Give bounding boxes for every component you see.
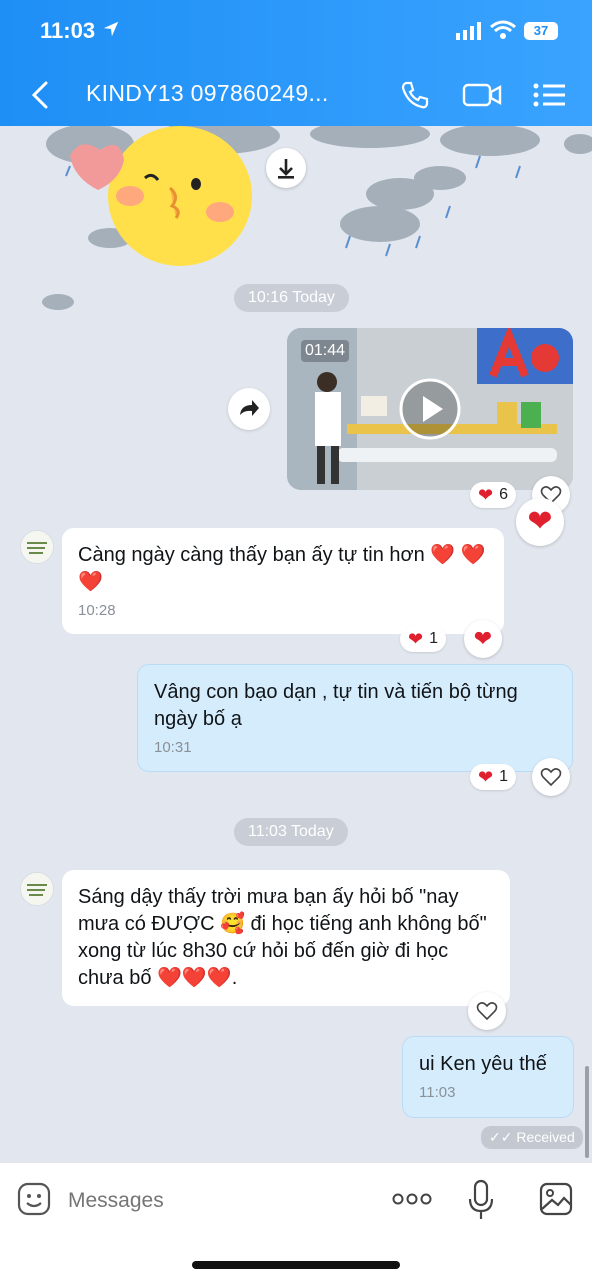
- video-message[interactable]: 01:44: [287, 328, 573, 490]
- time-separator: 10:16 Today: [234, 284, 349, 312]
- reaction-summary[interactable]: ❤ 1: [400, 626, 446, 652]
- composer-bar: [0, 1162, 592, 1281]
- reaction-summary[interactable]: ❤ 1: [470, 764, 516, 790]
- message-text: Vâng con bạo dạn , tự tin và tiến bộ từn…: [154, 681, 518, 730]
- reaction-count: 6: [499, 486, 508, 503]
- image-gallery-icon[interactable]: [538, 1181, 574, 1217]
- sender-avatar[interactable]: [20, 872, 54, 906]
- more-options-icon[interactable]: [390, 1189, 434, 1209]
- delivery-status-badge: ✓✓ Received: [481, 1126, 583, 1149]
- conversation-title[interactable]: KINDY13 097860249...: [86, 80, 329, 107]
- share-arrow-icon: [240, 400, 259, 416]
- status-time: 11:03: [40, 18, 96, 43]
- heart-icon: ❤: [478, 484, 494, 505]
- download-icon: [278, 159, 294, 179]
- message-time: 10:31: [154, 739, 192, 756]
- cellular-signal-icon: [456, 22, 481, 40]
- like-button[interactable]: [468, 992, 506, 1030]
- sticker-emoji-icon[interactable]: [16, 1181, 52, 1217]
- chat-header: KINDY13 097860249...: [0, 62, 592, 126]
- reacted-heart-button[interactable]: ❤: [464, 620, 502, 658]
- scrollbar[interactable]: [585, 1066, 589, 1158]
- wifi-icon: [490, 20, 516, 39]
- message-list[interactable]: 10:16 Today 01:44 ❤ 6 ❤ Càng ngày càng t…: [0, 126, 592, 1162]
- message-input[interactable]: [66, 1185, 370, 1217]
- location-arrow-icon: [103, 21, 119, 37]
- download-button[interactable]: [266, 148, 306, 188]
- heart-outline-icon: [540, 768, 562, 787]
- play-icon[interactable]: [399, 378, 461, 440]
- phone-call-icon[interactable]: [400, 80, 430, 110]
- message-bubble[interactable]: Càng ngày càng thấy bạn ấy tự tin hơn ❤️…: [62, 528, 504, 634]
- reaction-summary[interactable]: ❤ 6: [470, 482, 516, 508]
- home-indicator: [192, 1261, 400, 1269]
- sender-avatar[interactable]: [20, 530, 54, 564]
- heart-icon: ❤: [527, 505, 553, 538]
- heart-icon: ❤: [478, 766, 494, 787]
- heart-icon: ❤: [408, 628, 424, 649]
- battery-indicator: 37: [524, 22, 558, 40]
- back-arrow-icon[interactable]: [26, 80, 54, 110]
- message-text: ui Ken yêu thế: [419, 1053, 547, 1075]
- time-separator: 11:03 Today: [234, 818, 348, 846]
- reaction-count: 1: [429, 630, 438, 647]
- avatar-image: [21, 873, 53, 905]
- like-button[interactable]: [532, 758, 570, 796]
- message-text: Càng ngày càng thấy bạn ấy tự tin hơn ❤️…: [78, 544, 486, 593]
- share-button[interactable]: [228, 388, 270, 430]
- message-time: 10:28: [78, 602, 116, 619]
- microphone-icon[interactable]: [466, 1179, 496, 1221]
- avatar-image: [21, 531, 53, 563]
- message-text: Sáng dậy thấy trời mưa bạn ấy hỏi bố "na…: [78, 886, 487, 989]
- video-call-icon[interactable]: [462, 82, 502, 108]
- reacted-heart-button[interactable]: ❤: [516, 498, 564, 546]
- message-bubble[interactable]: ui Ken yêu thế 11:03: [402, 1036, 574, 1118]
- message-bubble[interactable]: Sáng dậy thấy trời mưa bạn ấy hỏi bố "na…: [62, 870, 510, 1006]
- reaction-count: 1: [499, 768, 508, 785]
- delivery-status: Received: [516, 1129, 575, 1145]
- double-check-icon: ✓✓: [489, 1129, 517, 1145]
- message-time: 11:03: [419, 1084, 456, 1101]
- video-duration: 01:44: [301, 340, 350, 362]
- message-bubble[interactable]: Vâng con bạo dạn , tự tin và tiến bộ từn…: [137, 664, 573, 772]
- menu-list-icon[interactable]: [532, 82, 566, 108]
- heart-icon: ❤: [473, 626, 493, 651]
- heart-outline-icon: [476, 1002, 498, 1021]
- status-bar: 11:03 37: [0, 0, 592, 62]
